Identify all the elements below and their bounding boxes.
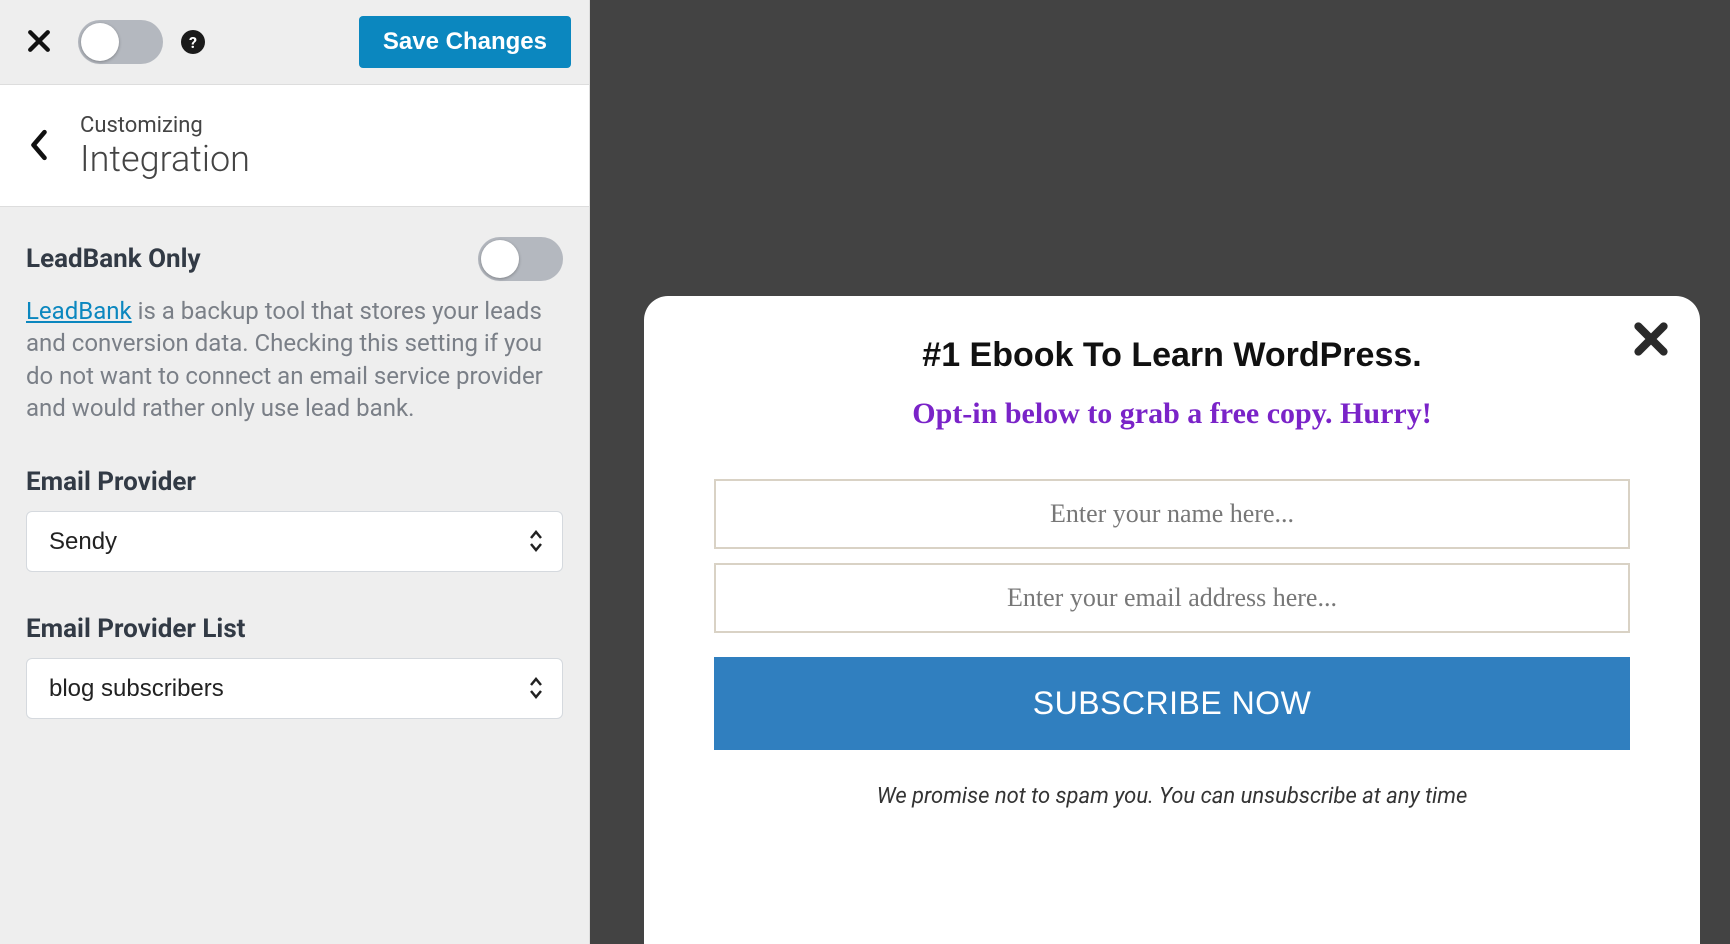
leadbank-toggle[interactable]: [478, 237, 563, 281]
panel-header: Customizing Integration: [0, 85, 589, 207]
email-input[interactable]: [714, 563, 1630, 633]
modal-note: We promise not to spam you. You can unsu…: [877, 784, 1468, 809]
save-button[interactable]: Save Changes: [359, 16, 571, 68]
help-icon[interactable]: ?: [181, 30, 205, 54]
customizer-sidebar: ? Save Changes Customizing Integration L…: [0, 0, 590, 944]
email-provider-list-label: Email Provider List: [26, 614, 563, 644]
back-button[interactable]: [22, 120, 70, 173]
optin-modal: #1 Ebook To Learn WordPress. Opt-in belo…: [644, 296, 1700, 944]
close-icon: [24, 26, 54, 56]
panel-label: Customizing: [80, 113, 250, 138]
leadbank-heading: LeadBank Only: [26, 244, 201, 274]
email-provider-list-select[interactable]: blog subscribers: [26, 658, 563, 719]
leadbank-description: LeadBank is a backup tool that stores yo…: [26, 295, 563, 425]
email-provider-select[interactable]: Sendy: [26, 511, 563, 572]
modal-close-button[interactable]: [1632, 320, 1670, 361]
page-title: Integration: [80, 138, 250, 180]
leadbank-link[interactable]: LeadBank: [26, 297, 132, 325]
email-provider-label: Email Provider: [26, 467, 563, 497]
preview-toggle[interactable]: [78, 20, 163, 64]
modal-form: SUBSCRIBE NOW We promise not to spam you…: [714, 479, 1630, 809]
preview-pane: #1 Ebook To Learn WordPress. Opt-in belo…: [590, 0, 1730, 944]
subscribe-button[interactable]: SUBSCRIBE NOW: [714, 657, 1630, 750]
toggle-knob: [81, 23, 119, 61]
topbar: ? Save Changes: [0, 0, 589, 85]
chevron-left-icon: [28, 128, 50, 162]
modal-subtitle: Opt-in below to grab a free copy. Hurry!: [714, 397, 1630, 431]
close-icon: [1632, 320, 1670, 358]
modal-title: #1 Ebook To Learn WordPress.: [714, 336, 1630, 375]
panel-body: LeadBank Only LeadBank is a backup tool …: [0, 207, 589, 749]
toggle-knob: [481, 240, 519, 278]
name-input[interactable]: [714, 479, 1630, 549]
close-button[interactable]: [18, 20, 60, 65]
